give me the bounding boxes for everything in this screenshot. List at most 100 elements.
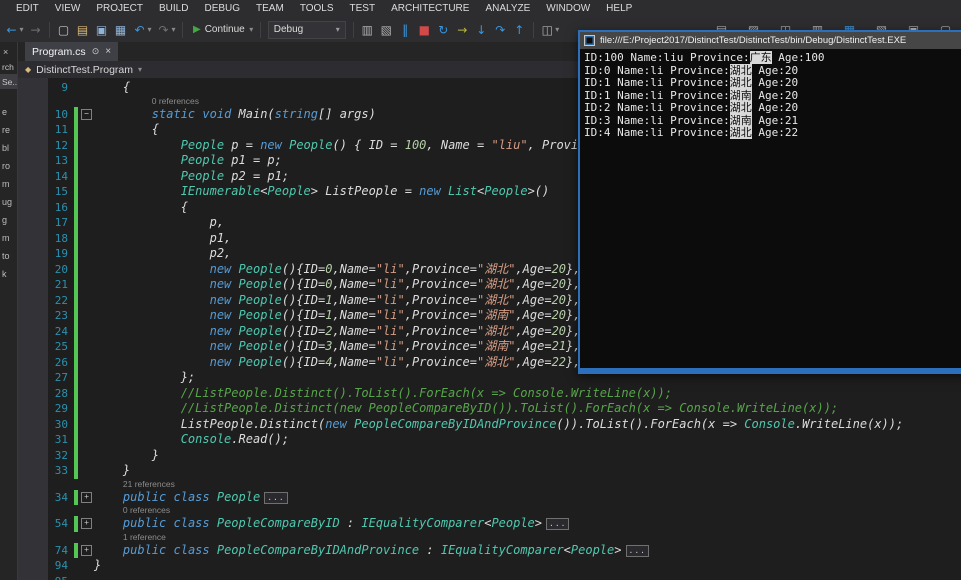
change-indicator — [74, 107, 78, 123]
code-line[interactable]: 28 //ListPeople.Distinct().ToList().ForE… — [18, 386, 961, 402]
stop-debug-icon[interactable]: ■ — [415, 19, 434, 41]
code-text: public class PeopleCompareByID : IEquali… — [94, 516, 569, 532]
menu-team[interactable]: TEAM — [248, 3, 292, 14]
toolbar-separator — [182, 22, 183, 38]
codelens-row[interactable]: 1 reference — [18, 532, 961, 543]
debug-config-dropdown[interactable]: Debug▾ — [268, 21, 346, 39]
code-text: ListPeople.Distinct(new PeopleCompareByI… — [94, 417, 903, 433]
code-text: { — [94, 200, 188, 216]
line-number: 33 — [18, 464, 74, 477]
line-number: 74 — [18, 544, 74, 557]
code-map-caret-icon[interactable]: ▾ — [553, 19, 562, 41]
line-number: 27 — [18, 371, 74, 384]
fold-expand-icon[interactable]: + — [79, 518, 94, 529]
close-icon[interactable]: × — [0, 42, 17, 59]
code-text: { — [94, 122, 159, 138]
list-item[interactable]: m — [0, 175, 17, 193]
change-indicator — [74, 80, 78, 96]
codelens-row[interactable]: 0 references — [18, 505, 961, 516]
menu-view[interactable]: VIEW — [47, 3, 89, 14]
list-item[interactable]: e — [0, 103, 17, 121]
console-title-bar[interactable]: file:///E:/Project2017/DistinctTest/Dist… — [580, 32, 961, 49]
code-line[interactable]: 29 //ListPeople.Distinct(new PeopleCompa… — [18, 401, 961, 417]
menu-architecture[interactable]: ARCHITECTURE — [383, 3, 477, 14]
code-line[interactable]: 94} — [18, 558, 961, 574]
undo-caret-icon[interactable]: ▾ — [145, 19, 154, 41]
nav-back-caret-icon[interactable]: ▾ — [17, 19, 26, 41]
line-number: 11 — [18, 123, 74, 136]
change-indicator — [74, 308, 78, 324]
list-item[interactable]: ug — [0, 193, 17, 211]
list-item[interactable]: g — [0, 211, 17, 229]
new-file-icon[interactable]: ▢ — [54, 19, 73, 41]
menu-help[interactable]: HELP — [598, 3, 640, 14]
break-all-icon[interactable]: ‖ — [396, 19, 415, 41]
menu-edit[interactable]: EDIT — [8, 3, 47, 14]
code-line[interactable]: 31 Console.Read(); — [18, 432, 961, 448]
change-indicator — [74, 200, 78, 216]
fold-expand-icon[interactable]: + — [79, 492, 94, 503]
close-icon[interactable]: × — [105, 46, 111, 57]
code-text: new People(){ID=0,Name="li",Province="湖北… — [94, 262, 580, 278]
restart-icon[interactable]: ↻ — [434, 19, 453, 41]
menu-analyze[interactable]: ANALYZE — [477, 3, 538, 14]
selected-text: 湖北 — [730, 126, 752, 139]
selected-text: 湖北 — [730, 64, 752, 77]
list-item[interactable]: bl — [0, 139, 17, 157]
list-item[interactable]: k — [0, 265, 17, 283]
tab-program-cs[interactable]: Program.cs ⊙ × — [25, 42, 118, 61]
fold-collapse-icon[interactable]: − — [79, 109, 94, 120]
code-line[interactable]: 54+ public class PeopleCompareByID : IEq… — [18, 516, 961, 532]
continue-caret-icon[interactable]: ▾ — [247, 19, 256, 41]
code-text: public class People... — [94, 490, 288, 506]
diagnostics-icon[interactable]: ▧ — [377, 19, 396, 41]
panel-item-list: ereblromuggmtok — [0, 103, 17, 283]
panel-tab-label[interactable]: rch — [0, 59, 17, 74]
redo-caret-icon[interactable]: ▾ — [169, 19, 178, 41]
fold-expand-icon[interactable]: + — [79, 545, 94, 556]
show-next-statement-icon[interactable]: → — [453, 19, 472, 41]
list-item[interactable]: re — [0, 121, 17, 139]
menu-debug[interactable]: DEBUG — [196, 3, 248, 14]
line-number: 30 — [18, 418, 74, 431]
menu-window[interactable]: WINDOW — [538, 3, 598, 14]
code-line[interactable]: 33 } — [18, 463, 961, 479]
code-line[interactable]: 34+ public class People... — [18, 490, 961, 506]
change-indicator — [74, 246, 78, 262]
save-all-icon[interactable]: ▦ — [111, 19, 130, 41]
save-icon[interactable]: ▣ — [92, 19, 111, 41]
menu-build[interactable]: BUILD — [151, 3, 196, 14]
menu-tools[interactable]: TOOLS — [292, 3, 342, 14]
preview-changes-icon[interactable]: ▥ — [358, 19, 377, 41]
toolbar-separator — [49, 22, 50, 38]
code-line[interactable]: 95 — [18, 574, 961, 580]
line-number: 94 — [18, 559, 74, 572]
line-number: 21 — [18, 278, 74, 291]
continue-button[interactable]: ▶Continue — [187, 24, 251, 35]
codelens-row[interactable]: 21 references — [18, 479, 961, 490]
code-line[interactable]: 32 } — [18, 448, 961, 464]
change-indicator — [74, 215, 78, 231]
pin-icon[interactable]: ⊙ — [92, 47, 100, 57]
list-item[interactable]: ro — [0, 157, 17, 175]
line-number: 12 — [18, 139, 74, 152]
nav-forward-icon[interactable]: → — [26, 19, 45, 41]
code-line[interactable]: 30 ListPeople.Distinct(new PeopleCompare… — [18, 417, 961, 433]
code-line[interactable]: 74+ public class PeopleCompareByIDAndPro… — [18, 543, 961, 559]
menu-project[interactable]: PROJECT — [88, 3, 151, 14]
list-item[interactable]: m — [0, 229, 17, 247]
open-file-icon[interactable]: ▤ — [73, 19, 92, 41]
menu-test[interactable]: TEST — [342, 3, 384, 14]
codelens-text: 21 references — [94, 479, 175, 490]
step-out-icon[interactable]: ↑ — [510, 19, 529, 41]
step-into-icon[interactable]: ↓ — [472, 19, 491, 41]
code-text: } — [94, 463, 130, 479]
change-indicator — [74, 479, 78, 490]
step-over-icon[interactable]: ↷ — [491, 19, 510, 41]
toolbar-left-group: ←▾→▢▤▣▦↶▾↷▾▶Continue▾Debug▾▥▧‖■↻→↓↷↑◫▾ — [2, 17, 562, 42]
selected-text: 湖北 — [730, 76, 752, 89]
console-window[interactable]: file:///E:/Project2017/DistinctTest/Dist… — [578, 30, 961, 374]
panel-tab-label[interactable]: Se... — [0, 74, 17, 89]
change-indicator — [74, 169, 78, 185]
list-item[interactable]: to — [0, 247, 17, 265]
